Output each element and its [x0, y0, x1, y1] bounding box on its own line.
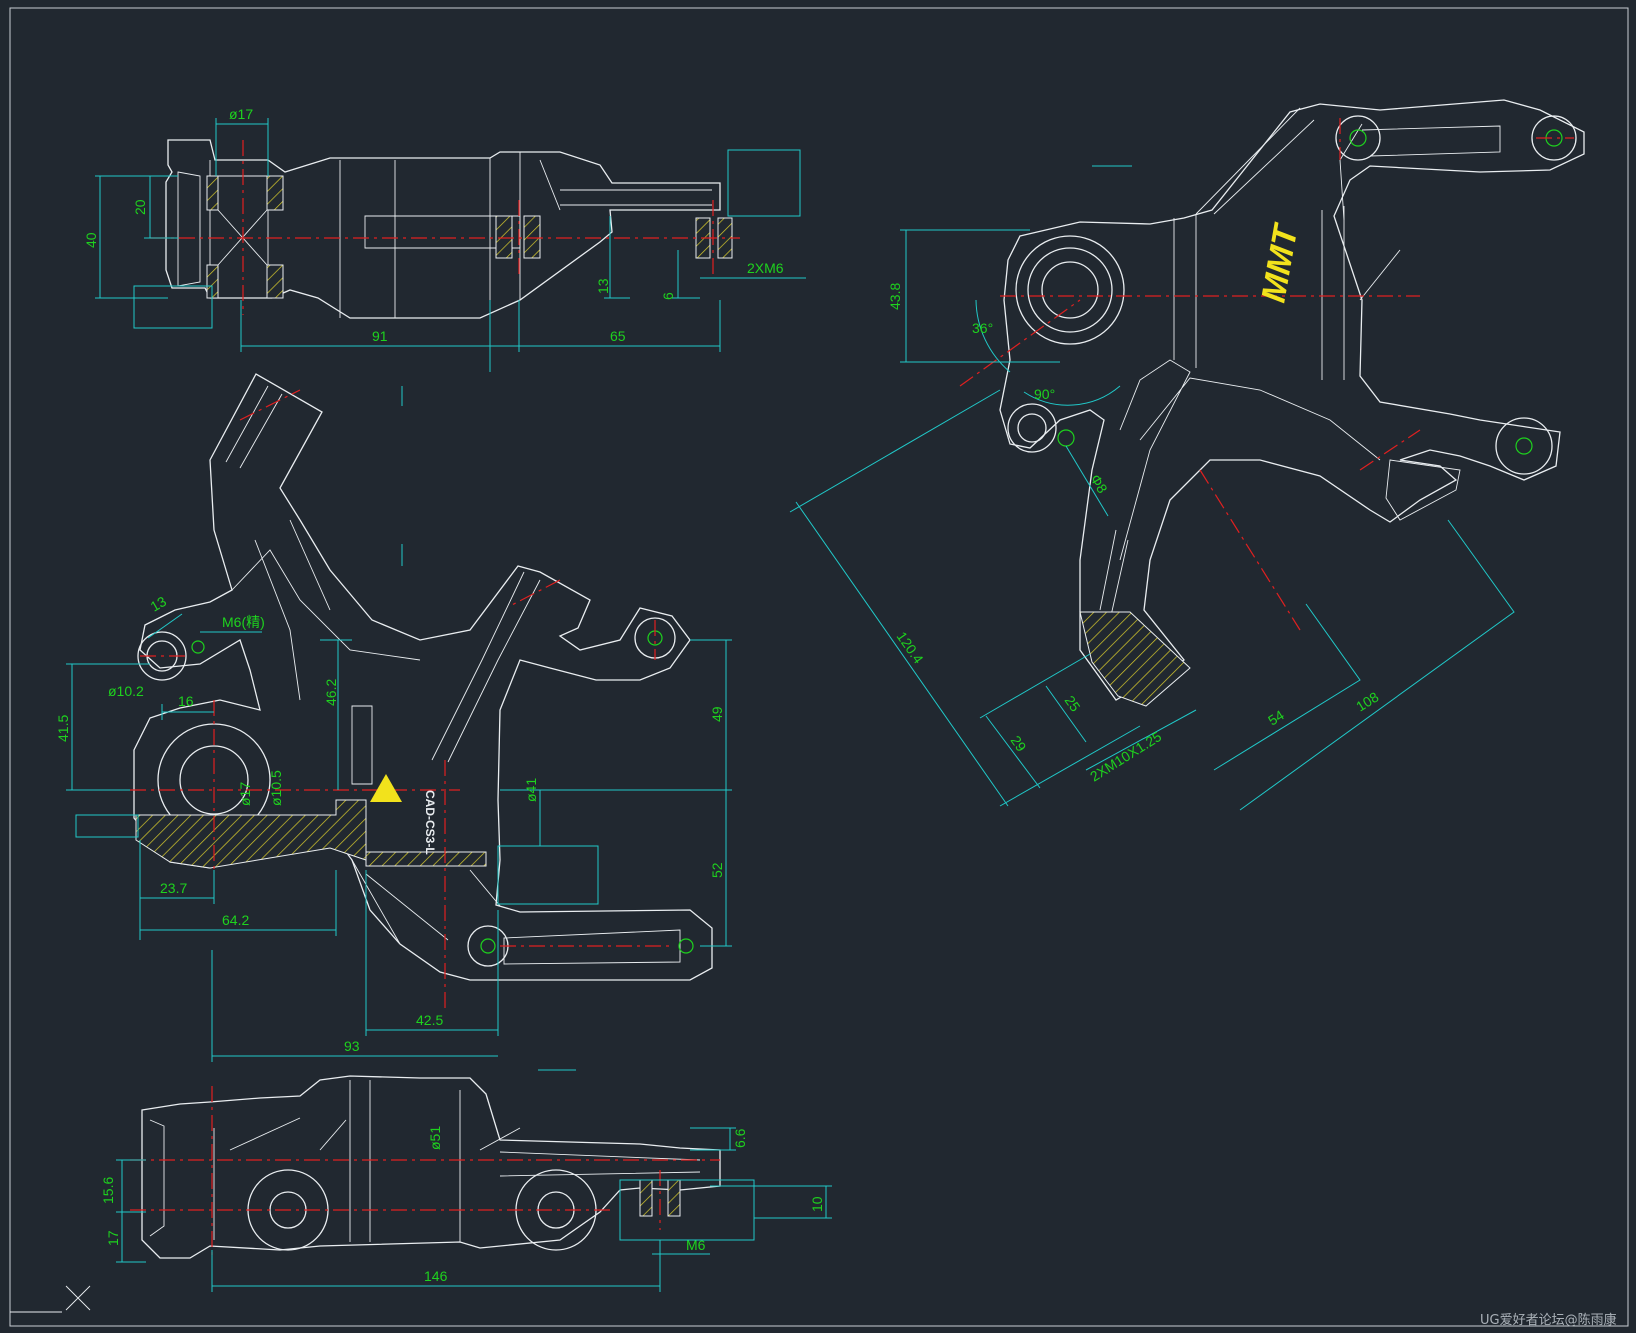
dim-iso-120-4: 120.4	[894, 629, 927, 667]
dim-iso-90deg: 90°	[1034, 386, 1055, 402]
dim-top-91: 91	[372, 328, 388, 344]
dim-top-6: 6	[660, 292, 676, 300]
warning-triangle-icon	[370, 774, 402, 802]
dim-side-d10-2: ø10.2	[108, 683, 144, 699]
dim-side-d10-5: ø10.5	[268, 770, 284, 806]
dim-side-13: 13	[148, 593, 170, 615]
dim-side-41-5: 41.5	[55, 715, 71, 742]
dim-bottom-15-6: 15.6	[100, 1177, 116, 1204]
dim-top-20: 20	[132, 199, 148, 215]
dim-side-d17: ø17	[237, 782, 253, 806]
dim-iso-36deg: 36°	[972, 320, 993, 336]
side-view: CAD-CS3-L 13 M6(精) ø10.2 16 41.5 46.2 ø1…	[55, 373, 732, 1062]
dim-iso-2xm10: 2XM10X1.25	[1087, 728, 1164, 785]
dim-side-64-2: 64.2	[222, 912, 249, 928]
dim-side-23-7: 23.7	[160, 880, 187, 896]
dim-side-16: 16	[178, 693, 194, 709]
dim-top-d17: ø17	[229, 106, 253, 122]
part-marking: CAD-CS3-L	[423, 790, 437, 855]
ucs-cross-icon	[10, 1285, 91, 1313]
dim-iso-54: 54	[1265, 707, 1287, 729]
top-view: ø17 20 40 13 6 2XM6 91 65	[83, 106, 806, 372]
iso-view: MMT 43.8 36° 90° 120.4 29 25 2XM10X1.25 …	[789, 99, 1585, 811]
dim-top-13: 13	[595, 278, 611, 294]
dim-iso-43-8: 43.8	[887, 283, 903, 310]
dim-bottom-6-6: 6.6	[732, 1128, 748, 1148]
dim-side-93: 93	[344, 1038, 360, 1054]
dim-bottom-17: 17	[105, 1230, 121, 1246]
dim-side-46-2: 46.2	[323, 679, 339, 706]
dim-bottom-146: 146	[424, 1268, 448, 1284]
bottom-view: ø51 6.6 15.6 17 10 M6 146	[100, 1069, 832, 1292]
dim-bottom-10: 10	[809, 1196, 825, 1212]
watermark: UG爱好者论坛@陈雨康	[1480, 1312, 1617, 1328]
dim-side-49: 49	[709, 706, 725, 722]
dim-side-m6: M6(精)	[222, 614, 265, 630]
dim-iso-25: 25	[1062, 693, 1084, 715]
dim-top-65: 65	[610, 328, 626, 344]
dim-side-42-5: 42.5	[416, 1012, 443, 1028]
drawing-frame	[9, 7, 1629, 1327]
cad-drawing: ø17 20 40 13 6 2XM6 91 65 CAD-CS3-L 13 M…	[9, 7, 1629, 1328]
dim-bottom-d51: ø51	[427, 1126, 443, 1150]
dim-top-40: 40	[83, 232, 99, 248]
dim-iso-29: 29	[1008, 733, 1030, 755]
mmt-logo: MMT	[1254, 219, 1305, 305]
dim-side-d41: ø41	[523, 778, 539, 802]
dim-top-2xm6: 2XM6	[747, 260, 784, 276]
dim-bottom-m6: M6	[686, 1237, 706, 1253]
dim-side-52: 52	[709, 862, 725, 878]
